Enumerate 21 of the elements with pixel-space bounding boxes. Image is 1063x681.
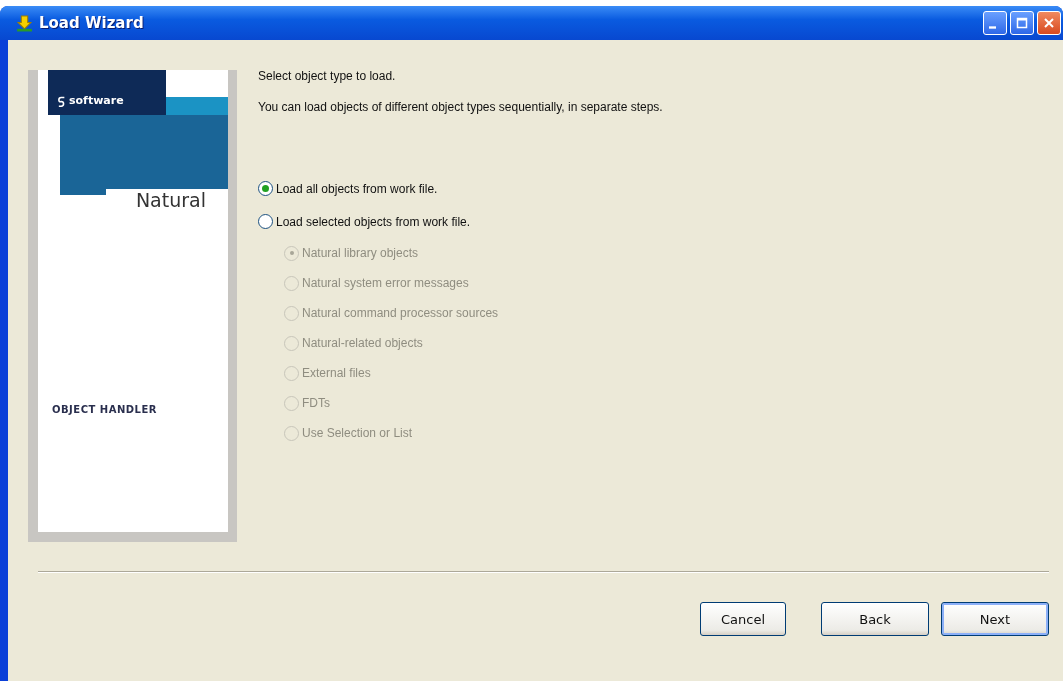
download-arrow-icon bbox=[16, 14, 33, 32]
company-logo-text: software bbox=[69, 94, 124, 107]
close-icon bbox=[1043, 17, 1055, 29]
close-button[interactable] bbox=[1037, 11, 1061, 35]
module-name: OBJECT HANDLER bbox=[52, 404, 158, 415]
step-heading: Select object type to load. bbox=[258, 69, 397, 83]
logo-stripe bbox=[166, 97, 228, 115]
radio-option[interactable]: Load all objects from work file. bbox=[258, 172, 663, 205]
wizard-button[interactable]: Back bbox=[821, 602, 929, 636]
radio-option[interactable]: Load selected objects from work file. bbox=[258, 205, 663, 238]
step-description: You can load objects of different object types sequentially, in separate steps. bbox=[258, 100, 663, 114]
maximize-button[interactable] bbox=[1010, 11, 1034, 35]
minimize-icon bbox=[988, 25, 996, 29]
s-mark-icon bbox=[58, 96, 66, 107]
radio-button[interactable] bbox=[258, 214, 273, 229]
radio-button[interactable] bbox=[258, 181, 273, 196]
maximize-icon bbox=[1016, 17, 1028, 29]
wizard-button[interactable]: Cancel bbox=[700, 602, 786, 636]
window-title: Load Wizard bbox=[39, 14, 145, 32]
wizard-button[interactable]: Next bbox=[941, 602, 1049, 636]
minimize-button[interactable] bbox=[983, 11, 1007, 35]
